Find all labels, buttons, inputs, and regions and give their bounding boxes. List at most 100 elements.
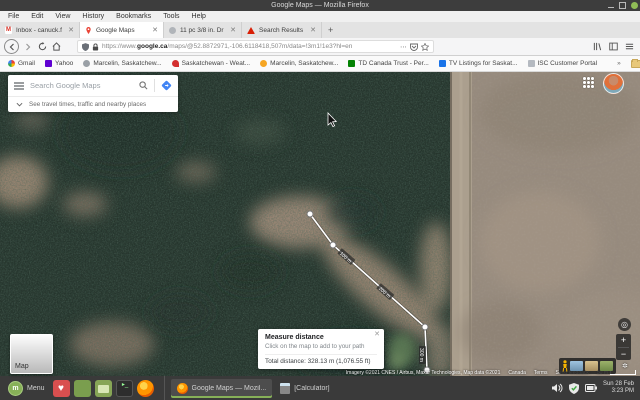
- forward-icon: [24, 43, 32, 51]
- menu-bookmarks[interactable]: Bookmarks: [116, 13, 151, 20]
- menu-file[interactable]: File: [8, 13, 19, 20]
- tab-google-maps[interactable]: Google Maps ✕: [80, 22, 164, 38]
- file-manager-icon[interactable]: [95, 380, 112, 397]
- maps-menu-icon[interactable]: [14, 82, 24, 90]
- gmail-favicon: M: [5, 27, 12, 34]
- favorites-launcher-icon[interactable]: ♥: [53, 380, 70, 397]
- taskbar-window-calculator[interactable]: [Calculator]: [274, 379, 335, 398]
- window-list: Google Maps — Mozil... [Calculator]: [164, 376, 336, 400]
- search-input[interactable]: Search Google Maps: [30, 81, 133, 90]
- terminal-icon[interactable]: ▸_: [116, 380, 133, 397]
- zoom-out-button[interactable]: −: [616, 348, 631, 361]
- tracking-shield-icon[interactable]: [82, 43, 89, 51]
- measure-point[interactable]: [307, 211, 313, 217]
- imagery-thumbnail[interactable]: [585, 361, 598, 371]
- yahoo-favicon: [45, 60, 52, 67]
- battery-icon[interactable]: [585, 384, 597, 392]
- mint-logo-icon: m: [8, 381, 23, 396]
- firefox-icon: [177, 383, 188, 394]
- menu-edit[interactable]: Edit: [31, 13, 43, 20]
- dialog-close-icon[interactable]: ✕: [374, 332, 380, 338]
- map-canvas[interactable]: 100 m 200 m 300 m Search Google Maps: [0, 72, 640, 376]
- forward-button[interactable]: [21, 40, 35, 54]
- zoom-in-button[interactable]: +: [616, 334, 631, 347]
- bookmarks-toolbar: Gmail Yahoo Marcelin, Saskatchew... Sask…: [0, 56, 640, 72]
- reload-icon: [38, 42, 47, 51]
- other-bookmarks[interactable]: Other Bookmarks: [631, 60, 640, 68]
- window-title: Google Maps — Mozilla Firefox: [271, 2, 369, 9]
- account-avatar[interactable]: [603, 73, 624, 94]
- tab-gmail[interactable]: M Inbox - canuck.farmboy@g ✕: [0, 22, 80, 38]
- url-bar[interactable]: https://www.google.ca/maps/@52.8872971,-…: [77, 40, 434, 53]
- keyboard-shortcuts-icon[interactable]: ✲: [622, 362, 628, 370]
- maximize-button[interactable]: [619, 2, 626, 9]
- bookmark-isc[interactable]: ISC Customer Portal: [528, 60, 598, 67]
- app-menu-icon[interactable]: [625, 42, 634, 51]
- search-icon[interactable]: [139, 81, 148, 90]
- window-titlebar[interactable]: Google Maps — Mozilla Firefox: [0, 0, 640, 11]
- dialog-title: Measure distance: [265, 334, 377, 341]
- lock-icon[interactable]: [92, 43, 99, 51]
- travel-times-label: See travel times, traffic and nearby pla…: [29, 101, 146, 108]
- isc-favicon: [528, 60, 535, 67]
- my-location-icon[interactable]: ◎: [618, 318, 631, 331]
- reload-button[interactable]: [35, 40, 49, 54]
- minimize-button[interactable]: [608, 7, 614, 8]
- bookmark-star-icon[interactable]: [421, 43, 429, 51]
- imagery-thumbnail[interactable]: [570, 361, 583, 371]
- home-button[interactable]: [49, 40, 63, 54]
- clock-time: 3:23 PM: [603, 388, 634, 395]
- update-shield-icon[interactable]: [569, 383, 579, 394]
- imagery-thumbnail[interactable]: [600, 361, 613, 371]
- desktop-taskbar: m Menu ♥ ▸_ Google Maps — Mozil... [Calc…: [0, 376, 640, 400]
- menu-view[interactable]: View: [55, 13, 70, 20]
- show-desktop-icon[interactable]: [74, 380, 91, 397]
- bookmark-tv-listings[interactable]: TV Listings for Saskat...: [439, 60, 518, 67]
- tab-close-icon[interactable]: ✕: [228, 26, 236, 34]
- new-tab-button[interactable]: +: [322, 25, 339, 35]
- taskbar-clock[interactable]: Sun 28 Feb 3:23 PM: [603, 381, 636, 395]
- bookmark-gmail[interactable]: Gmail: [8, 60, 35, 67]
- map-type-button[interactable]: Map: [10, 334, 53, 374]
- tab-close-icon[interactable]: ✕: [66, 26, 74, 34]
- imagery-credit: Imagery ©2021 CNES / Airbus, Maxar Techn…: [346, 370, 501, 376]
- menu-help[interactable]: Help: [192, 13, 206, 20]
- bookmark-td[interactable]: TD Canada Trust - Per...: [348, 60, 428, 67]
- svg-text:300 m: 300 m: [418, 348, 424, 362]
- sun-favicon: [260, 60, 267, 67]
- directions-icon[interactable]: [161, 80, 172, 91]
- tab-close-icon[interactable]: ✕: [150, 26, 158, 34]
- travel-times-row[interactable]: See travel times, traffic and nearby pla…: [8, 96, 178, 112]
- attribution-canada[interactable]: Canada: [508, 370, 526, 376]
- volume-icon[interactable]: [552, 383, 563, 393]
- back-button[interactable]: [4, 39, 19, 54]
- attribution-terms[interactable]: Terms: [534, 370, 548, 376]
- pocket-icon[interactable]: [410, 43, 418, 51]
- dialog-hint: Click on the map to add to your path: [265, 343, 377, 350]
- menu-tools[interactable]: Tools: [163, 13, 179, 20]
- bookmark-marcelin-1[interactable]: Marcelin, Saskatchew...: [83, 60, 161, 67]
- measure-point[interactable]: [422, 324, 428, 330]
- td-favicon: [348, 60, 355, 67]
- close-button[interactable]: [631, 2, 638, 9]
- measure-point[interactable]: [330, 242, 336, 248]
- taskbar-window-firefox[interactable]: Google Maps — Mozil...: [171, 379, 273, 398]
- bookmark-marcelin-2[interactable]: Marcelin, Saskatchew...: [260, 60, 338, 67]
- bookmark-yahoo[interactable]: Yahoo: [45, 60, 73, 67]
- system-tray: Sun 28 Feb 3:23 PM: [552, 381, 636, 395]
- bookmarks-overflow-chevron[interactable]: »: [617, 60, 621, 67]
- sidebar-icon[interactable]: [609, 42, 618, 51]
- google-apps-grid-icon[interactable]: [583, 77, 594, 88]
- library-icon[interactable]: [593, 42, 602, 51]
- tab-homedepot[interactable]: 11 pc 3/8 in. Dr SAE Socket ✕: [164, 22, 242, 38]
- bookmark-sask-weather[interactable]: Saskatchewan - Weat...: [172, 60, 251, 67]
- url-text: https://www.google.ca/maps/@52.8872971,-…: [102, 43, 397, 50]
- pegman-icon[interactable]: [562, 360, 568, 372]
- tab-close-icon[interactable]: ✕: [308, 26, 316, 34]
- page-actions-icon[interactable]: ⋯: [400, 43, 407, 51]
- menu-history[interactable]: History: [82, 13, 104, 20]
- chevron-down-icon: [16, 102, 23, 107]
- tab-canadian-tire[interactable]: Search Results | Canadian T ✕: [242, 22, 322, 38]
- mint-menu-button[interactable]: m Menu: [4, 378, 49, 398]
- firefox-launcher-icon[interactable]: [137, 380, 154, 397]
